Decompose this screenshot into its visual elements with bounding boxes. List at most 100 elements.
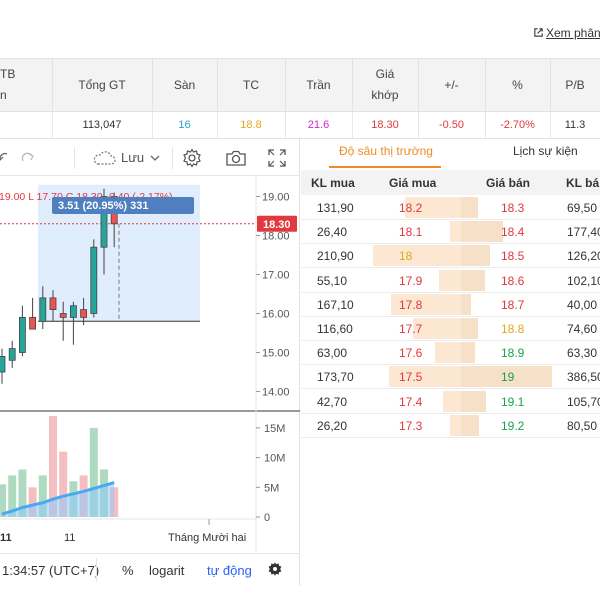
quote-floor: 16 [152, 111, 218, 139]
ask-price[interactable]: 18.6 [501, 274, 524, 288]
header-pct: % [485, 58, 551, 112]
fullscreen-button[interactable] [268, 139, 286, 176]
ask-price[interactable]: 18.8 [501, 322, 524, 336]
order-book-tabs: Độ sâu thị trường Lịch sự kiện [301, 139, 600, 168]
ask-price[interactable]: 18.7 [501, 298, 524, 312]
header-total: Tổng GT [52, 58, 153, 112]
ask-volume[interactable]: 177,40 [567, 225, 600, 239]
quote-pb: 11.3 [550, 111, 600, 139]
ask-volume[interactable]: 40,00 [567, 298, 597, 312]
time-axis-label: Tháng Mười hai [168, 532, 246, 544]
ask-price[interactable]: 19 [501, 370, 514, 384]
volume-tick-label: 10M [264, 453, 285, 465]
save-label: Lưu [121, 150, 145, 165]
ask-price[interactable]: 18.3 [501, 201, 524, 215]
bid-volume[interactable]: 26,20 [317, 419, 347, 433]
bid-price[interactable]: 17.5 [399, 370, 422, 384]
analysis-link[interactable]: Xem phân [533, 26, 600, 40]
candle-body [70, 305, 77, 318]
bid-price[interactable]: 17.4 [399, 395, 422, 409]
auto-toggle[interactable]: tự động [207, 563, 252, 578]
bid-price[interactable]: 18.1 [399, 225, 422, 239]
ask-volume[interactable]: 63,30 [567, 346, 597, 360]
candle-body [80, 309, 87, 318]
header-bid-price: Giá mua [389, 176, 437, 190]
snapshot-button[interactable] [225, 139, 247, 176]
redo-button[interactable] [20, 139, 36, 176]
settings-button[interactable] [182, 139, 202, 176]
chart-time: 1:34:57 (UTC+7) [2, 563, 100, 578]
order-book-row: 55,10 17.9 18.6 102,10 [301, 269, 600, 293]
price-chart[interactable]: 19.00 18.00 17.00 16.00 15.00 14.00 18.30 15M 10… [0, 177, 300, 591]
percent-toggle[interactable]: % [122, 563, 134, 578]
ask-depth-bar [461, 221, 503, 243]
order-book-header: KL mua Giá mua Giá bán KL bá [301, 170, 600, 195]
ask-price[interactable]: 19.2 [501, 419, 524, 433]
bid-volume[interactable]: 173,70 [317, 370, 354, 384]
bid-price[interactable]: 17.3 [399, 419, 422, 433]
gear-icon [183, 147, 201, 168]
price-tick-label: 15.00 [262, 348, 290, 360]
order-book-row: 131,90 18.2 18.3 69,50 [301, 196, 600, 220]
quote-total: 113,047 [52, 111, 153, 139]
ask-depth-bar [461, 342, 475, 364]
bid-volume[interactable]: 63,00 [317, 346, 347, 360]
redo-icon [21, 152, 34, 161]
bid-volume[interactable]: 131,90 [317, 201, 354, 215]
bid-volume[interactable]: 167,10 [317, 298, 354, 312]
ask-volume[interactable]: 80,50 [567, 419, 597, 433]
undo-button[interactable] [0, 139, 8, 176]
header-chg: +/- [418, 58, 486, 112]
header-floor: Sàn [152, 58, 218, 112]
bid-volume[interactable]: 26,40 [317, 225, 347, 239]
ask-price[interactable]: 18.4 [501, 225, 524, 239]
ask-volume[interactable]: 69,50 [567, 201, 597, 215]
bid-volume[interactable]: 42,70 [317, 395, 347, 409]
bid-volume[interactable]: 210,90 [317, 249, 354, 263]
volume-tick-label: 5M [264, 482, 279, 494]
log-toggle[interactable]: logarit [149, 563, 184, 578]
ask-price[interactable]: 18.5 [501, 249, 524, 263]
candle-body [39, 297, 47, 322]
chart-toolbar: Lưu [0, 139, 300, 176]
save-button[interactable]: Lưu [92, 139, 160, 176]
bid-price[interactable]: 18.2 [399, 201, 422, 215]
bid-volume[interactable]: 116,60 [317, 322, 353, 336]
quote-table: TB n Tổng GT Sàn TC Trần Giá khớp +/-% P/B 113,… [0, 58, 600, 139]
header-tb: TB n [0, 58, 53, 112]
external-link-icon [534, 28, 543, 37]
camera-icon [226, 150, 246, 166]
chart-panel: Lưu 19.00 18.00 17.00 16.00 15.00 14.00 18.30 1… [0, 139, 300, 586]
ask-volume[interactable]: 386,50 [567, 370, 600, 384]
quote-chg: -0.50 [418, 111, 486, 139]
bid-price[interactable]: 17.9 [399, 274, 422, 288]
bid-price[interactable]: 17.7 [399, 322, 422, 336]
ask-volume[interactable]: 126,20 [567, 249, 600, 263]
ask-depth-bar [461, 318, 478, 339]
tab-event-history[interactable]: Lịch sự kiện [513, 144, 578, 158]
bid-depth-bar [435, 342, 461, 364]
bid-price[interactable]: 17.6 [399, 346, 422, 360]
tab-market-depth[interactable]: Độ sâu thị trường [339, 144, 433, 158]
header-bid-volume: KL mua [311, 176, 355, 190]
ask-volume[interactable]: 105,70 [567, 395, 600, 409]
ask-volume[interactable]: 74,60 [567, 322, 597, 336]
candle-body [49, 297, 57, 311]
quote-row: 113,047 16 18.8 21.6 18.30 -0.50 -2.70% … [0, 111, 600, 139]
measure-label: 3.51 (20.95%) 331 [58, 200, 149, 212]
bid-volume[interactable]: 55,10 [317, 274, 347, 288]
header-match: Giá khớp [352, 58, 419, 112]
ask-volume[interactable]: 102,10 [567, 274, 600, 288]
ask-price[interactable]: 19.1 [501, 395, 524, 409]
bid-depth-bar [443, 390, 461, 412]
bid-price[interactable]: 17.8 [399, 298, 422, 312]
ask-depth-bar [461, 197, 478, 218]
quote-ceil: 21.6 [285, 111, 353, 139]
bid-price[interactable]: 18 [399, 249, 412, 263]
active-tab-indicator [329, 166, 441, 168]
chart-settings-button[interactable] [267, 561, 283, 580]
header-ask-price: Giá bán [486, 176, 531, 190]
order-book-row: 116,60 17.7 18.8 74,60 [301, 317, 600, 341]
ask-price[interactable]: 18.9 [501, 346, 524, 360]
order-book-row: 26,40 18.1 18.4 177,40 [301, 220, 600, 245]
